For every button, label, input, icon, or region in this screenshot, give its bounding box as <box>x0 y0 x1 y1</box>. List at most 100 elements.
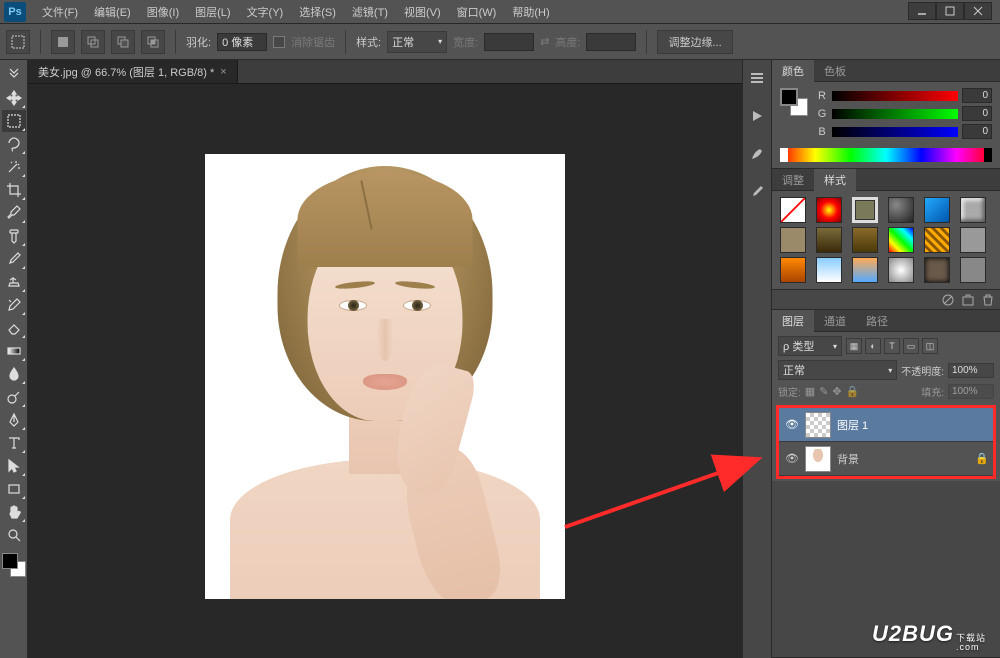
style-swatch[interactable] <box>924 197 950 223</box>
history-brush-tool[interactable] <box>2 294 26 316</box>
menu-window[interactable]: 窗口(W) <box>449 1 505 23</box>
style-swatch[interactable] <box>780 197 806 223</box>
maximize-button[interactable] <box>936 2 964 20</box>
delete-style-icon[interactable] <box>982 294 994 306</box>
style-swatch[interactable] <box>852 257 878 283</box>
eraser-tool[interactable] <box>2 317 26 339</box>
style-swatch[interactable] <box>780 227 806 253</box>
lock-position-icon[interactable]: ✥ <box>832 385 841 398</box>
lasso-tool[interactable] <box>2 133 26 155</box>
menu-edit[interactable]: 编辑(E) <box>86 1 139 23</box>
layer-thumbnail[interactable] <box>805 412 831 438</box>
style-swatch[interactable] <box>888 257 914 283</box>
filter-shape-icon[interactable]: ▭ <box>903 338 919 354</box>
opacity-input[interactable] <box>948 363 994 378</box>
menu-file[interactable]: 文件(F) <box>34 1 86 23</box>
refine-edge-button[interactable]: 调整边缘... <box>657 30 732 54</box>
move-tool[interactable] <box>2 87 26 109</box>
color-swatches[interactable] <box>2 553 26 577</box>
b-value[interactable] <box>962 124 992 139</box>
zoom-tool[interactable] <box>2 524 26 546</box>
fill-input[interactable] <box>948 384 994 399</box>
magic-wand-tool[interactable] <box>2 156 26 178</box>
new-style-icon[interactable] <box>962 294 974 306</box>
history-panel-icon[interactable] <box>747 68 767 88</box>
lock-pixels-icon[interactable]: ✎ <box>819 385 828 398</box>
layer-filter-kind[interactable]: ρ 类型 <box>778 336 842 356</box>
style-swatch[interactable] <box>816 227 842 253</box>
path-selection-tool[interactable] <box>2 455 26 477</box>
color-spectrum[interactable] <box>780 148 992 162</box>
filter-smart-icon[interactable]: ◫ <box>922 338 938 354</box>
blend-mode-select[interactable]: 正常 <box>778 360 897 380</box>
lock-all-icon[interactable]: 🔒 <box>846 385 860 398</box>
rectangle-tool[interactable] <box>2 478 26 500</box>
marquee-tool[interactable] <box>2 110 26 132</box>
selection-add-icon[interactable] <box>81 30 105 54</box>
b-slider[interactable] <box>832 127 958 137</box>
expand-tools-icon[interactable] <box>2 64 26 86</box>
layer-name[interactable]: 图层 1 <box>837 417 987 433</box>
blur-tool[interactable] <box>2 363 26 385</box>
menu-help[interactable]: 帮助(H) <box>504 1 557 23</box>
layer-thumbnail[interactable] <box>805 446 831 472</box>
selection-subtract-icon[interactable] <box>111 30 135 54</box>
tab-swatches[interactable]: 色板 <box>814 60 856 82</box>
healing-brush-tool[interactable] <box>2 225 26 247</box>
layer-name[interactable]: 背景 <box>837 451 969 467</box>
layer-row-background[interactable]: 👁 背景 🔒 <box>779 442 993 476</box>
close-button[interactable] <box>964 2 992 20</box>
minimize-button[interactable] <box>908 2 936 20</box>
clear-style-icon[interactable] <box>942 294 954 306</box>
brush-presets-panel-icon[interactable] <box>747 182 767 202</box>
visibility-icon[interactable]: 👁 <box>785 418 799 431</box>
style-swatch[interactable] <box>888 227 914 253</box>
filter-adjust-icon[interactable]: ◐ <box>865 338 881 354</box>
style-swatch[interactable] <box>816 197 842 223</box>
tab-adjustments[interactable]: 调整 <box>772 169 814 191</box>
selection-intersect-icon[interactable] <box>141 30 165 54</box>
feather-input[interactable] <box>217 33 267 51</box>
style-swatch[interactable] <box>960 257 986 283</box>
g-slider[interactable] <box>832 109 958 119</box>
close-tab-icon[interactable]: × <box>220 66 226 78</box>
tab-layers[interactable]: 图层 <box>772 310 814 332</box>
tab-styles[interactable]: 样式 <box>814 169 856 191</box>
style-swatch[interactable] <box>852 227 878 253</box>
style-swatch[interactable] <box>780 257 806 283</box>
style-select[interactable]: 正常 <box>387 31 447 53</box>
gradient-tool[interactable] <box>2 340 26 362</box>
menu-view[interactable]: 视图(V) <box>396 1 449 23</box>
brush-tool[interactable] <box>2 248 26 270</box>
g-value[interactable] <box>962 106 992 121</box>
r-slider[interactable] <box>832 91 958 101</box>
filter-pixel-icon[interactable]: ▦ <box>846 338 862 354</box>
menu-layer[interactable]: 图层(L) <box>187 1 238 23</box>
dodge-tool[interactable] <box>2 386 26 408</box>
pen-tool[interactable] <box>2 409 26 431</box>
layer-row-layer1[interactable]: 👁 图层 1 <box>779 408 993 442</box>
foreground-color-swatch[interactable] <box>2 553 18 569</box>
style-swatch[interactable] <box>852 197 878 223</box>
canvas[interactable] <box>205 154 565 599</box>
clone-stamp-tool[interactable] <box>2 271 26 293</box>
filter-type-icon[interactable]: T <box>884 338 900 354</box>
style-swatch[interactable] <box>888 197 914 223</box>
crop-tool[interactable] <box>2 179 26 201</box>
hand-tool[interactable] <box>2 501 26 523</box>
style-swatch[interactable] <box>924 257 950 283</box>
actions-panel-icon[interactable] <box>747 106 767 126</box>
menu-filter[interactable]: 滤镜(T) <box>344 1 396 23</box>
style-swatch[interactable] <box>960 227 986 253</box>
tab-color[interactable]: 颜色 <box>772 60 814 82</box>
style-swatch[interactable] <box>816 257 842 283</box>
document-tab[interactable]: 美女.jpg @ 66.7% (图层 1, RGB/8) * × <box>28 60 238 83</box>
style-swatch[interactable] <box>924 227 950 253</box>
visibility-icon[interactable]: 👁 <box>785 452 799 465</box>
marquee-tool-preset-icon[interactable] <box>6 30 30 54</box>
canvas-viewport[interactable] <box>28 84 742 658</box>
menu-image[interactable]: 图像(I) <box>139 1 187 23</box>
tab-channels[interactable]: 通道 <box>814 310 856 332</box>
eyedropper-tool[interactable] <box>2 202 26 224</box>
color-panel-swatches[interactable] <box>780 88 808 116</box>
